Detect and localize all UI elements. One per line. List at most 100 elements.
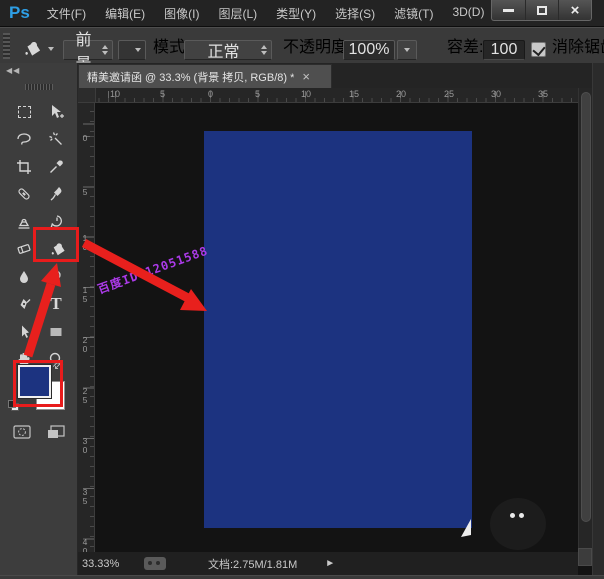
red-arrowhead [180,289,207,311]
menu-image[interactable]: 图像(I) [161,3,202,24]
vertical-scrollbar[interactable] [578,88,592,553]
maximize-icon [537,5,547,15]
marquee-icon [17,106,31,118]
eyedropper-tool[interactable] [42,155,70,179]
ruler-tick-label: 5 [80,187,90,196]
screen-mode-button[interactable] [42,420,70,444]
move-icon [52,105,64,118]
rectangle-icon [50,328,62,336]
ruler-tick-label: 10 [110,89,121,99]
dark-blob [490,498,546,550]
vertical-ruler[interactable]: 0 5 10 15 20 25 30 35 40 [78,103,95,568]
selection-arrow-icon [22,325,29,338]
eraser-icon [17,244,31,254]
minimize-button[interactable] [492,0,525,20]
rectangular-marquee-tool[interactable] [10,100,38,124]
crop-tool[interactable] [10,155,38,179]
bandage-icon [18,188,30,200]
ruler-tick-label: 30 [80,436,90,454]
screen-mode-icon [48,425,65,438]
dodge-tool[interactable] [42,265,70,289]
lasso-icon [17,133,31,145]
scrollbar-thumb[interactable] [581,92,591,522]
type-icon: T [50,294,62,313]
ruler-tick-label: 10 [80,233,90,251]
menu-type[interactable]: 类型(Y) [273,3,319,24]
pattern-picker-dropdown[interactable] [118,40,146,60]
ruler-tick-label: 10 [301,89,312,99]
ruler-corner[interactable] [78,88,96,103]
tab-close-icon[interactable]: × [302,70,310,83]
title-bar: Ps 文件(F) 编辑(E) 图像(I) 图层(L) 类型(Y) 选择(S) 滤… [0,0,604,27]
menu-edit[interactable]: 编辑(E) [102,3,148,24]
type-tool[interactable]: T [42,292,70,316]
ruler-tick-label: 5 [255,89,261,99]
panel-grip[interactable] [25,84,53,90]
quick-mask-icon [13,425,31,439]
status-bar: 33.33% 文档:2.75M/1.81M ► [78,552,578,575]
close-button[interactable]: × [558,0,591,20]
ruler-tick-label: 25 [444,89,455,99]
scrollbar-corner[interactable] [578,548,592,566]
antialias-checkbox[interactable] [531,42,546,57]
status-expand-icon[interactable]: ► [325,558,335,569]
crop-icon [17,160,31,174]
menu-select[interactable]: 选择(S) [332,3,378,24]
document-tab[interactable]: 精美邀请函 @ 33.3% (背景 拷贝, RGB/8) * × [78,64,332,88]
window-controls: × [491,0,592,21]
pen-icon [20,299,31,309]
horizontal-ruler[interactable]: 10 5 0 5 10 15 20 25 30 35 [96,88,578,103]
ruler-tick-label: 15 [80,285,90,303]
ruler-tick-label: 35 [80,487,90,505]
menu-bar: 文件(F) 编辑(E) 图像(I) 图层(L) 类型(Y) 选择(S) 滤镜(T… [44,3,519,24]
document-size-info: 文档:2.75M/1.81M [208,558,298,571]
rectangle-shape-tool[interactable] [42,320,70,344]
menu-layer[interactable]: 图层(L) [215,3,260,24]
spot-healing-brush-tool[interactable] [10,182,38,206]
highlight-box-paint-bucket [33,227,79,262]
magic-wand-tool[interactable] [42,127,70,151]
menu-3d[interactable]: 3D(D) [449,3,487,24]
brush-icon [50,187,62,201]
active-tool-icon-group[interactable] [22,38,54,60]
pen-tool[interactable] [10,292,38,316]
opacity-value-box[interactable]: 100% [343,40,395,60]
quick-mask-button[interactable] [8,420,36,444]
maximize-button[interactable] [525,0,558,20]
ruler-tick-label: 0 [80,133,90,142]
window-bottom-edge [0,575,604,579]
zoom-level-field[interactable]: 33.33% [82,558,130,570]
highlight-box-foreground-swatch [13,360,63,407]
dot-decoration [519,513,524,518]
magic-wand-icon [49,132,62,145]
options-grip[interactable] [3,33,10,59]
ruler-tick-label: 20 [80,335,90,353]
ruler-tick-label: 0 [208,89,214,99]
updown-arrows-icon [261,45,267,55]
menu-file[interactable]: 文件(F) [44,3,89,24]
ruler-tick-label: 15 [349,89,360,99]
brush-tool[interactable] [42,182,70,206]
photoshop-logo: Ps [9,3,30,22]
document-canvas[interactable] [204,131,472,528]
caret-down-icon [404,48,410,52]
path-selection-tool[interactable] [10,320,38,344]
lasso-tool[interactable] [10,127,38,151]
opacity-label: 不透明度: [283,39,352,56]
updown-arrows-icon [102,45,108,55]
panel-collapse-button[interactable]: ◀◀ [6,66,20,75]
ruler-tick-label: 5 [160,89,166,99]
opacity-dropdown-button[interactable] [397,40,417,60]
status-icon [144,557,166,570]
tolerance-label: 容差: [447,39,484,56]
blur-tool[interactable] [10,265,38,289]
move-tool[interactable] [42,100,70,124]
ruler-tick-label: 20 [396,89,407,99]
paint-bucket-icon [25,41,41,56]
menu-filter[interactable]: 滤镜(T) [391,3,436,24]
tolerance-input[interactable]: 100 [483,40,525,60]
tool-preset-caret-icon [48,47,54,51]
caret-down-icon [135,48,141,52]
mode-dropdown[interactable]: 正常 [184,40,272,61]
fill-source-dropdown[interactable]: 前景 [63,32,113,73]
